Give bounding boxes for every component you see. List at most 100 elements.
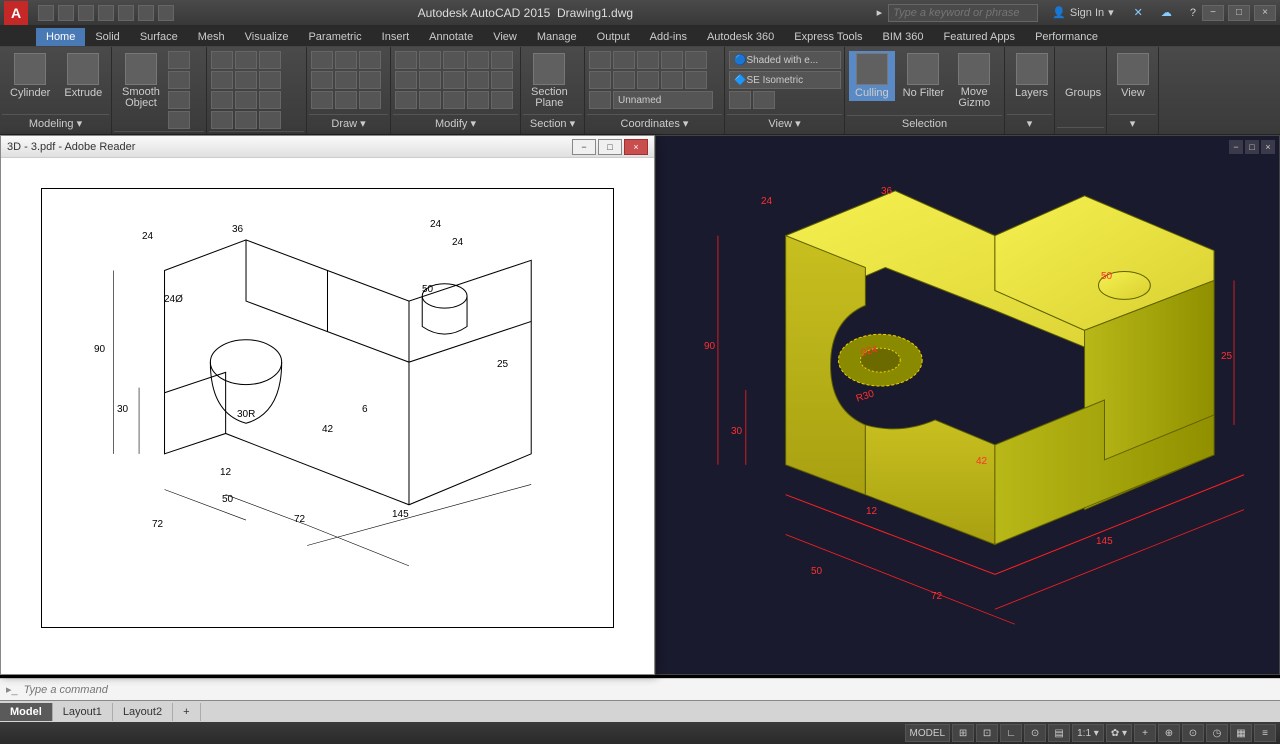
qat-save-icon[interactable] [78, 5, 94, 21]
tool-icon[interactable] [589, 71, 611, 89]
panel-label[interactable]: Section ▾ [523, 114, 582, 132]
tool-icon[interactable] [335, 91, 357, 109]
tool-icon[interactable] [419, 51, 441, 69]
section-plane-button[interactable]: SectionPlane [525, 51, 574, 111]
cloud-icon[interactable]: ☁ [1161, 6, 1172, 19]
view-button[interactable]: View [1111, 51, 1155, 101]
tool-icon[interactable] [235, 51, 257, 69]
tool-icon[interactable] [395, 51, 417, 69]
tab-home[interactable]: Home [36, 28, 85, 46]
tool-icon[interactable] [235, 91, 257, 109]
groups-button[interactable]: Groups [1059, 51, 1107, 101]
tool-icon[interactable] [311, 91, 333, 109]
qat-print-icon[interactable] [118, 5, 134, 21]
smooth-object-button[interactable]: SmoothObject [116, 51, 166, 111]
status-snap-icon[interactable]: ⊡ [976, 724, 998, 742]
tool-icon[interactable] [335, 51, 357, 69]
tool-icon[interactable] [359, 51, 381, 69]
tool-icon[interactable] [467, 51, 489, 69]
mesh-tool-icon[interactable] [168, 51, 190, 69]
tab-mesh[interactable]: Mesh [188, 28, 235, 46]
tool-icon[interactable] [211, 111, 233, 129]
status-grid-icon[interactable]: ⊞ [952, 724, 974, 742]
help-icon[interactable]: ? [1190, 7, 1196, 19]
status-scale[interactable]: 1:1 ▾ [1072, 724, 1104, 742]
tool-icon[interactable] [419, 71, 441, 89]
tool-icon[interactable] [491, 51, 513, 69]
status-polar-icon[interactable]: ⊙ [1024, 724, 1046, 742]
close-button[interactable]: × [1254, 5, 1276, 21]
maximize-button[interactable]: □ [1228, 5, 1250, 21]
status-plus-icon[interactable]: + [1134, 724, 1156, 742]
mesh-tool-icon[interactable] [168, 71, 190, 89]
pdf-minimize-button[interactable]: − [572, 139, 596, 155]
tool-icon[interactable] [729, 91, 751, 109]
tab-a360[interactable]: Autodesk 360 [697, 28, 784, 46]
tool-icon[interactable] [259, 51, 281, 69]
tool-icon[interactable] [467, 71, 489, 89]
no-filter-button[interactable]: No Filter [897, 51, 951, 101]
tool-icon[interactable] [753, 91, 775, 109]
panel-label[interactable]: Coordinates ▾ [587, 114, 722, 132]
mesh-tool-icon[interactable] [168, 91, 190, 109]
tool-icon[interactable] [395, 71, 417, 89]
app-logo[interactable]: A [4, 1, 28, 25]
layers-button[interactable]: Layers [1009, 51, 1054, 101]
exchange-icon[interactable]: ✕ [1134, 6, 1143, 19]
panel-label[interactable]: Modeling ▾ [2, 114, 109, 132]
tab-performance[interactable]: Performance [1025, 28, 1108, 46]
pdf-close-button[interactable]: × [624, 139, 648, 155]
panel-label[interactable]: Draw ▾ [309, 114, 388, 132]
tab-addins[interactable]: Add-ins [640, 28, 697, 46]
tool-icon[interactable] [211, 71, 233, 89]
tool-icon[interactable] [259, 91, 281, 109]
tab-solid[interactable]: Solid [85, 28, 129, 46]
status-ortho-icon[interactable]: ∟ [1000, 724, 1022, 742]
extrude-button[interactable]: Extrude [58, 51, 108, 101]
move-gizmo-button[interactable]: MoveGizmo [952, 51, 996, 111]
status-grid2-icon[interactable]: ▦ [1230, 724, 1252, 742]
tool-icon[interactable] [661, 51, 683, 69]
panel-label[interactable]: ▾ [1109, 114, 1156, 132]
tool-icon[interactable] [613, 51, 635, 69]
qat-redo-icon[interactable] [158, 5, 174, 21]
tab-express[interactable]: Express Tools [784, 28, 872, 46]
qat-open-icon[interactable] [58, 5, 74, 21]
cylinder-button[interactable]: Cylinder [4, 51, 56, 101]
tool-icon[interactable] [443, 91, 465, 109]
status-clock-icon[interactable]: ◷ [1206, 724, 1228, 742]
tool-icon[interactable] [685, 71, 707, 89]
search-input[interactable] [888, 4, 1038, 22]
view-dropdown[interactable]: 🔷 SE Isometric [729, 71, 841, 89]
tool-icon[interactable] [637, 51, 659, 69]
mesh-tool-icon[interactable] [168, 111, 190, 129]
tool-icon[interactable] [467, 91, 489, 109]
tool-icon[interactable] [211, 91, 233, 109]
tool-icon[interactable] [395, 91, 417, 109]
status-circle-icon[interactable]: ⊙ [1182, 724, 1204, 742]
tool-icon[interactable] [491, 71, 513, 89]
panel-label[interactable]: ▾ [1007, 114, 1052, 132]
tab-surface[interactable]: Surface [130, 28, 188, 46]
tool-icon[interactable] [589, 91, 611, 109]
tool-icon[interactable] [359, 91, 381, 109]
pdf-maximize-button[interactable]: □ [598, 139, 622, 155]
tab-parametric[interactable]: Parametric [298, 28, 371, 46]
tab-view[interactable]: View [483, 28, 527, 46]
tool-icon[interactable] [613, 71, 635, 89]
qat-new-icon[interactable] [38, 5, 54, 21]
tool-icon[interactable] [359, 71, 381, 89]
status-iso-icon[interactable]: ▤ [1048, 724, 1070, 742]
culling-button[interactable]: Culling [849, 51, 895, 101]
qat-undo-icon[interactable] [138, 5, 154, 21]
pdf-titlebar[interactable]: 3D - 3.pdf - Adobe Reader − □ × [1, 136, 654, 158]
tool-icon[interactable] [443, 51, 465, 69]
tab-featured[interactable]: Featured Apps [934, 28, 1026, 46]
tool-icon[interactable] [311, 51, 333, 69]
tab-model[interactable]: Model [0, 703, 53, 721]
status-target-icon[interactable]: ⊕ [1158, 724, 1180, 742]
signin-button[interactable]: 👤 Sign In ▾ [1044, 6, 1121, 19]
tab-visualize[interactable]: Visualize [235, 28, 299, 46]
tool-icon[interactable] [589, 51, 611, 69]
tool-icon[interactable] [491, 91, 513, 109]
